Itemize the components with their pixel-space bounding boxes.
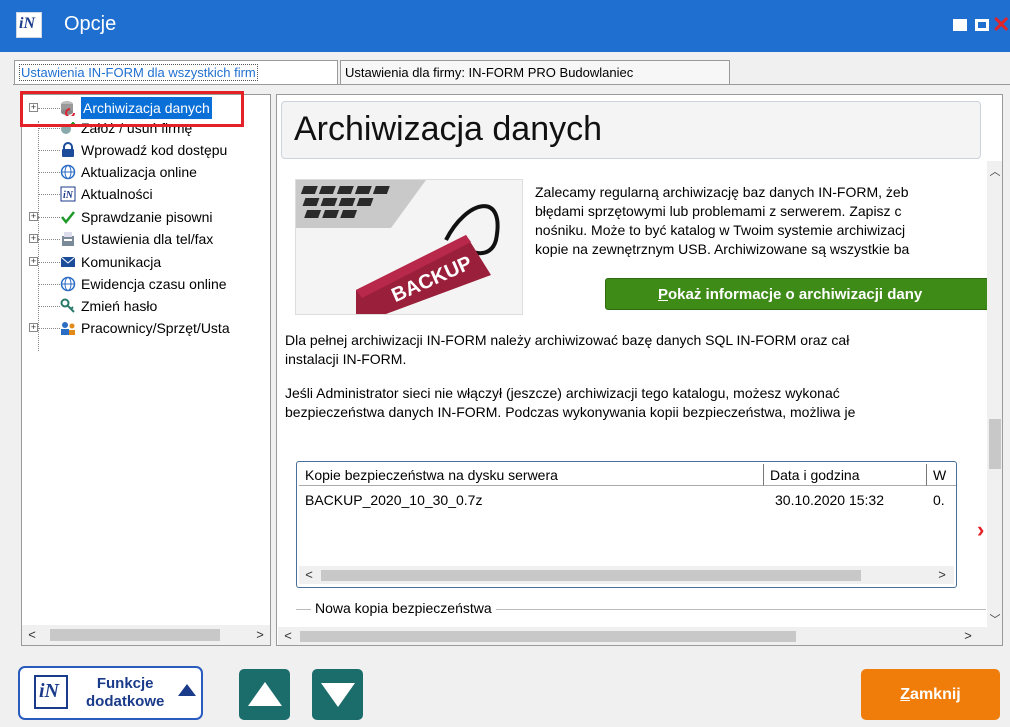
close-icon[interactable]: ✕: [992, 14, 1010, 36]
window-title: Opcje: [64, 13, 117, 35]
scrollbar-thumb[interactable]: [321, 570, 861, 581]
svg-text:iN: iN: [63, 190, 74, 201]
key-icon: [60, 298, 76, 314]
scrollbar-thumb[interactable]: [50, 629, 220, 641]
checkmark-icon: [60, 209, 76, 225]
scrollbar-thumb[interactable]: [300, 631, 796, 642]
table-horizontal-scrollbar[interactable]: < >: [299, 566, 954, 584]
move-up-button[interactable]: [239, 669, 290, 720]
tree-item-label: Komunikacja: [81, 254, 162, 270]
tree-horizontal-scrollbar[interactable]: < >: [22, 625, 270, 645]
tree-item-label: Ustawienia dla tel/fax: [81, 231, 214, 247]
tab-company-settings[interactable]: Ustawienia dla firmy: IN-FORM PRO Budowl…: [340, 60, 730, 84]
new-backup-group-label: Nowa kopia bezpieczeństwa: [311, 600, 496, 616]
close-button[interactable]: Zamknij: [861, 669, 1000, 720]
scroll-right-icon[interactable]: >: [932, 565, 952, 585]
envelope-icon: [60, 254, 76, 270]
scroll-right-icon[interactable]: >: [958, 626, 978, 646]
inform-logo-icon: iN: [60, 186, 76, 202]
tree-item-label: Sprawdzanie pisowni: [81, 209, 213, 225]
tree-item-label: Zmień hasło: [81, 298, 158, 314]
table-cell: 0.: [933, 492, 945, 508]
tree-item-label: Wprowadź kod dostępu: [81, 142, 228, 158]
additional-functions-button[interactable]: iN Funkcje dodatkowe: [18, 666, 203, 720]
content-panel: Archiwizacja danych BACKUP Zalecamy regu…: [276, 94, 1003, 646]
tree-item-label: Ewidencja czasu online: [81, 276, 227, 292]
table-cell: BACKUP_2020_10_30_0.7z: [305, 492, 483, 508]
expand-icon[interactable]: +: [29, 212, 38, 221]
column-header-date[interactable]: Data i godzina: [764, 464, 927, 486]
scroll-left-icon[interactable]: <: [299, 565, 319, 585]
additional-functions-label: Funkcje dodatkowe: [86, 675, 165, 710]
column-header-w[interactable]: W: [927, 464, 956, 486]
arrow-up-icon: [248, 682, 282, 706]
scrollbar-thumb[interactable]: [989, 419, 1001, 469]
heading-box: Archiwizacja danych: [281, 101, 981, 159]
globe-icon: [60, 164, 76, 180]
backup-table[interactable]: Kopie bezpieczeństwa na dysku serwera Da…: [296, 461, 957, 588]
content-vertical-scrollbar[interactable]: ︿ ﹀: [987, 161, 1002, 631]
scroll-left-icon[interactable]: <: [278, 626, 298, 646]
column-header-backups[interactable]: Kopie bezpieczeństwa na dysku serwera: [299, 464, 764, 486]
backup-illustration: BACKUP: [295, 179, 523, 315]
expand-icon[interactable]: +: [29, 257, 38, 266]
expand-icon[interactable]: +: [29, 234, 38, 243]
move-down-button[interactable]: [312, 669, 363, 720]
scroll-up-icon[interactable]: ︿: [987, 163, 1002, 179]
arrow-down-icon: [321, 683, 355, 707]
globe-icon: [60, 276, 76, 292]
people-icon: [60, 320, 76, 336]
chevron-right-icon[interactable]: ›: [977, 517, 984, 543]
lock-icon: [60, 142, 76, 158]
app-logo-icon: iN: [16, 12, 42, 38]
highlight-box: [20, 91, 244, 127]
table-cell: 30.10.2020 15:32: [775, 492, 884, 508]
maximize-icon[interactable]: [973, 16, 991, 34]
inform-logo-icon: iN: [34, 675, 68, 709]
title-bar: iN Opcje ✕: [0, 0, 1010, 52]
caret-up-icon: [178, 684, 196, 696]
content-horizontal-scrollbar[interactable]: < >: [278, 627, 1002, 645]
tree-item-label: Aktualności: [81, 186, 153, 202]
tab-all-companies[interactable]: Ustawienia IN-FORM dla wszystkich firm: [14, 60, 338, 84]
show-archive-info-button[interactable]: Pokaż informacje o archiwizacji dany: [605, 278, 1002, 310]
full-archive-text: Dla pełnej archiwizacji IN-FORM należy a…: [285, 332, 850, 367]
intro-text: Zalecamy regularną archiwizację baz dany…: [535, 184, 910, 257]
tree-item-label: Aktualizacja online: [81, 164, 197, 180]
scroll-down-icon[interactable]: ﹀: [987, 611, 1002, 627]
tree-connector-line: [38, 121, 39, 351]
expand-icon[interactable]: +: [29, 323, 38, 332]
phone-fax-icon: [60, 231, 76, 247]
scroll-right-icon[interactable]: >: [250, 625, 270, 645]
page-title: Archiwizacja danych: [294, 110, 603, 148]
admin-text: Jeśli Administrator sieci nie włączył (j…: [285, 385, 856, 420]
minimize-icon[interactable]: [951, 16, 969, 34]
tree-item-label: Pracownicy/Sprzęt/Usta: [81, 320, 230, 336]
options-tree[interactable]: + Archiwizacja danych Załóż / usuń firmę…: [21, 94, 271, 646]
scroll-left-icon[interactable]: <: [22, 625, 42, 645]
